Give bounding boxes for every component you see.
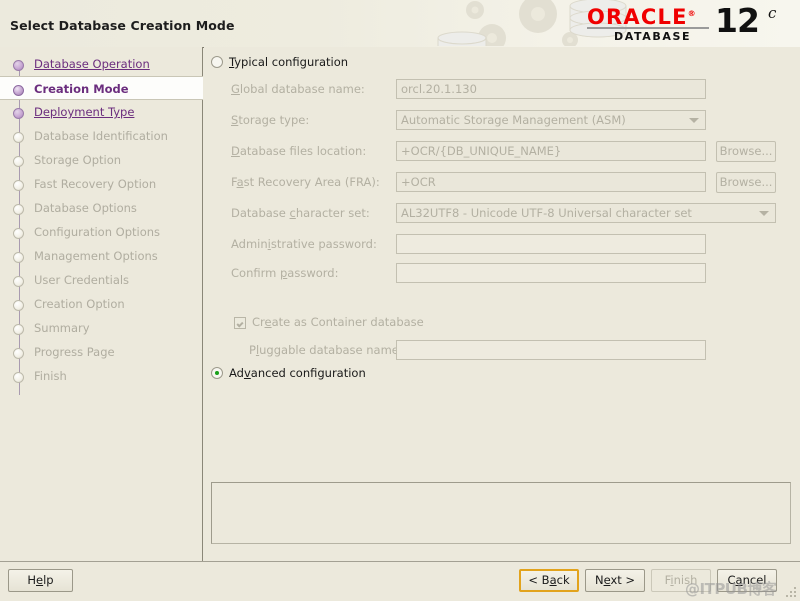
sidebar-item-progress-page: Progress Page [0, 340, 203, 364]
step-status-icon [13, 252, 24, 263]
chevron-down-icon [759, 211, 769, 216]
step-status-icon [13, 180, 24, 191]
sidebar-item-label: Management Options [34, 249, 158, 263]
step-status-icon [13, 108, 24, 119]
administrative-password-input[interactable] [396, 234, 706, 254]
advanced-configuration-label: Advanced configuration [229, 366, 366, 380]
cancel-button[interactable]: Cancel [717, 569, 777, 592]
advanced-configuration-radio[interactable] [211, 367, 223, 379]
sidebar-item-label: Database Identification [34, 129, 168, 143]
sidebar-item-summary: Summary [0, 316, 203, 340]
sidebar-item-database-options: Database Options [0, 196, 203, 220]
sidebar-item-label: User Credentials [34, 273, 130, 287]
step-status-icon [13, 348, 24, 359]
window-header: Select Database Creation Mode ORACLE® DA… [0, 0, 800, 48]
storage-type-value: Automatic Storage Management (ASM) [401, 113, 626, 127]
typical-configuration-radio-row[interactable]: Typical configuration [211, 55, 348, 69]
step-status-icon [13, 372, 24, 383]
dbca-window: Select Database Creation Mode ORACLE® DA… [0, 0, 800, 601]
step-status-icon [13, 228, 24, 239]
sidebar-item-creation-option: Creation Option [0, 292, 203, 316]
global-db-name-input[interactable]: orcl.20.1.130 [396, 79, 706, 99]
sidebar-item-database-identification: Database Identification [0, 124, 203, 148]
page-title: Select Database Creation Mode [10, 18, 235, 33]
sidebar-item-label: Creation Option [34, 297, 125, 311]
fast-recovery-area-input[interactable]: +OCR [396, 172, 706, 192]
logo-version: 12 [715, 1, 760, 40]
logo-divider [587, 27, 709, 29]
step-status-icon [13, 276, 24, 287]
sidebar-item-label: Configuration Options [34, 225, 161, 239]
logo-edition: c [768, 4, 777, 22]
db-files-location-label: Database files location: [231, 144, 367, 158]
typical-configuration-radio[interactable] [211, 56, 223, 68]
sidebar-item-creation-mode[interactable]: Creation Mode [0, 76, 203, 100]
sidebar-item-label: Database Operation [34, 57, 150, 71]
sidebar-item-management-options: Management Options [0, 244, 203, 268]
advanced-configuration-radio-row[interactable]: Advanced configuration [211, 366, 366, 380]
oracle-wordmark: ORACLE® [587, 5, 697, 29]
next-button[interactable]: Next > [585, 569, 645, 592]
wizard-footer: Help < Back Next > Finish Cancel [0, 561, 800, 601]
global-db-name-label: Global database name: [231, 82, 365, 96]
sidebar-item-label: Storage Option [34, 153, 122, 167]
finish-button: Finish [651, 569, 711, 592]
resize-grip[interactable] [784, 585, 798, 599]
sidebar-item-label: Database Options [34, 201, 137, 215]
registered-mark-icon: ® [687, 9, 697, 18]
step-status-icon [13, 85, 24, 96]
pluggable-db-name-label: Pluggable database name: [249, 343, 403, 357]
db-files-location-input[interactable]: +OCR/{DB_UNIQUE_NAME} [396, 141, 706, 161]
sidebar-item-finish: Finish [0, 364, 203, 388]
sidebar-item-label: Summary [34, 321, 90, 335]
fast-recovery-area-label: Fast Recovery Area (FRA): [231, 175, 380, 189]
sidebar-item-label: Finish [34, 369, 67, 383]
create-as-container-database-checkbox[interactable] [234, 317, 246, 329]
character-set-label: Database character set: [231, 206, 370, 220]
chevron-down-icon [689, 118, 699, 123]
back-button[interactable]: < Back [519, 569, 579, 592]
help-button[interactable]: Help [8, 569, 73, 592]
step-status-icon [13, 60, 24, 71]
sidebar-item-user-credentials: User Credentials [0, 268, 203, 292]
oracle-logo: ORACLE® DATABASE 12 c [587, 1, 792, 46]
character-set-select[interactable]: AL32UTF8 - Unicode UTF-8 Universal chara… [396, 203, 776, 223]
fast-recovery-area-browse-button[interactable]: Browse... [716, 172, 776, 193]
storage-type-label: Storage type: [231, 113, 310, 127]
step-status-icon [13, 300, 24, 311]
step-status-icon [13, 132, 24, 143]
message-panel [211, 482, 791, 544]
wizard-sidebar: Database Operation Creation Mode Deploymen… [0, 47, 203, 561]
sidebar-item-database-operation[interactable]: Database Operation [0, 52, 203, 76]
step-status-icon [13, 156, 24, 167]
logo-database-text: DATABASE [614, 30, 692, 43]
sidebar-item-label: Deployment Type [34, 105, 135, 119]
sidebar-item-label: Creation Mode [34, 82, 129, 96]
main-content: Typical configuration Global database na… [204, 47, 800, 561]
sidebar-item-fast-recovery-option: Fast Recovery Option [0, 172, 203, 196]
confirm-password-input[interactable] [396, 263, 706, 283]
sidebar-item-deployment-type[interactable]: Deployment Type [0, 100, 203, 124]
character-set-value: AL32UTF8 - Unicode UTF-8 Universal chara… [401, 206, 692, 220]
step-status-icon [13, 204, 24, 215]
sidebar-item-label: Fast Recovery Option [34, 177, 157, 191]
sidebar-item-storage-option: Storage Option [0, 148, 203, 172]
storage-type-select[interactable]: Automatic Storage Management (ASM) [396, 110, 706, 130]
wizard-step-list: Database Operation Creation Mode Deploymen… [0, 52, 203, 388]
typical-configuration-label: Typical configuration [229, 55, 349, 69]
administrative-password-label: Administrative password: [231, 237, 377, 251]
create-as-container-database-label: Create as Container database [252, 315, 424, 329]
db-files-location-browse-button[interactable]: Browse... [716, 141, 776, 162]
sidebar-item-label: Progress Page [34, 345, 115, 359]
pluggable-db-name-input[interactable] [396, 340, 706, 360]
confirm-password-label: Confirm password: [231, 266, 339, 280]
step-status-icon [13, 324, 24, 335]
sidebar-item-configuration-options: Configuration Options [0, 220, 203, 244]
